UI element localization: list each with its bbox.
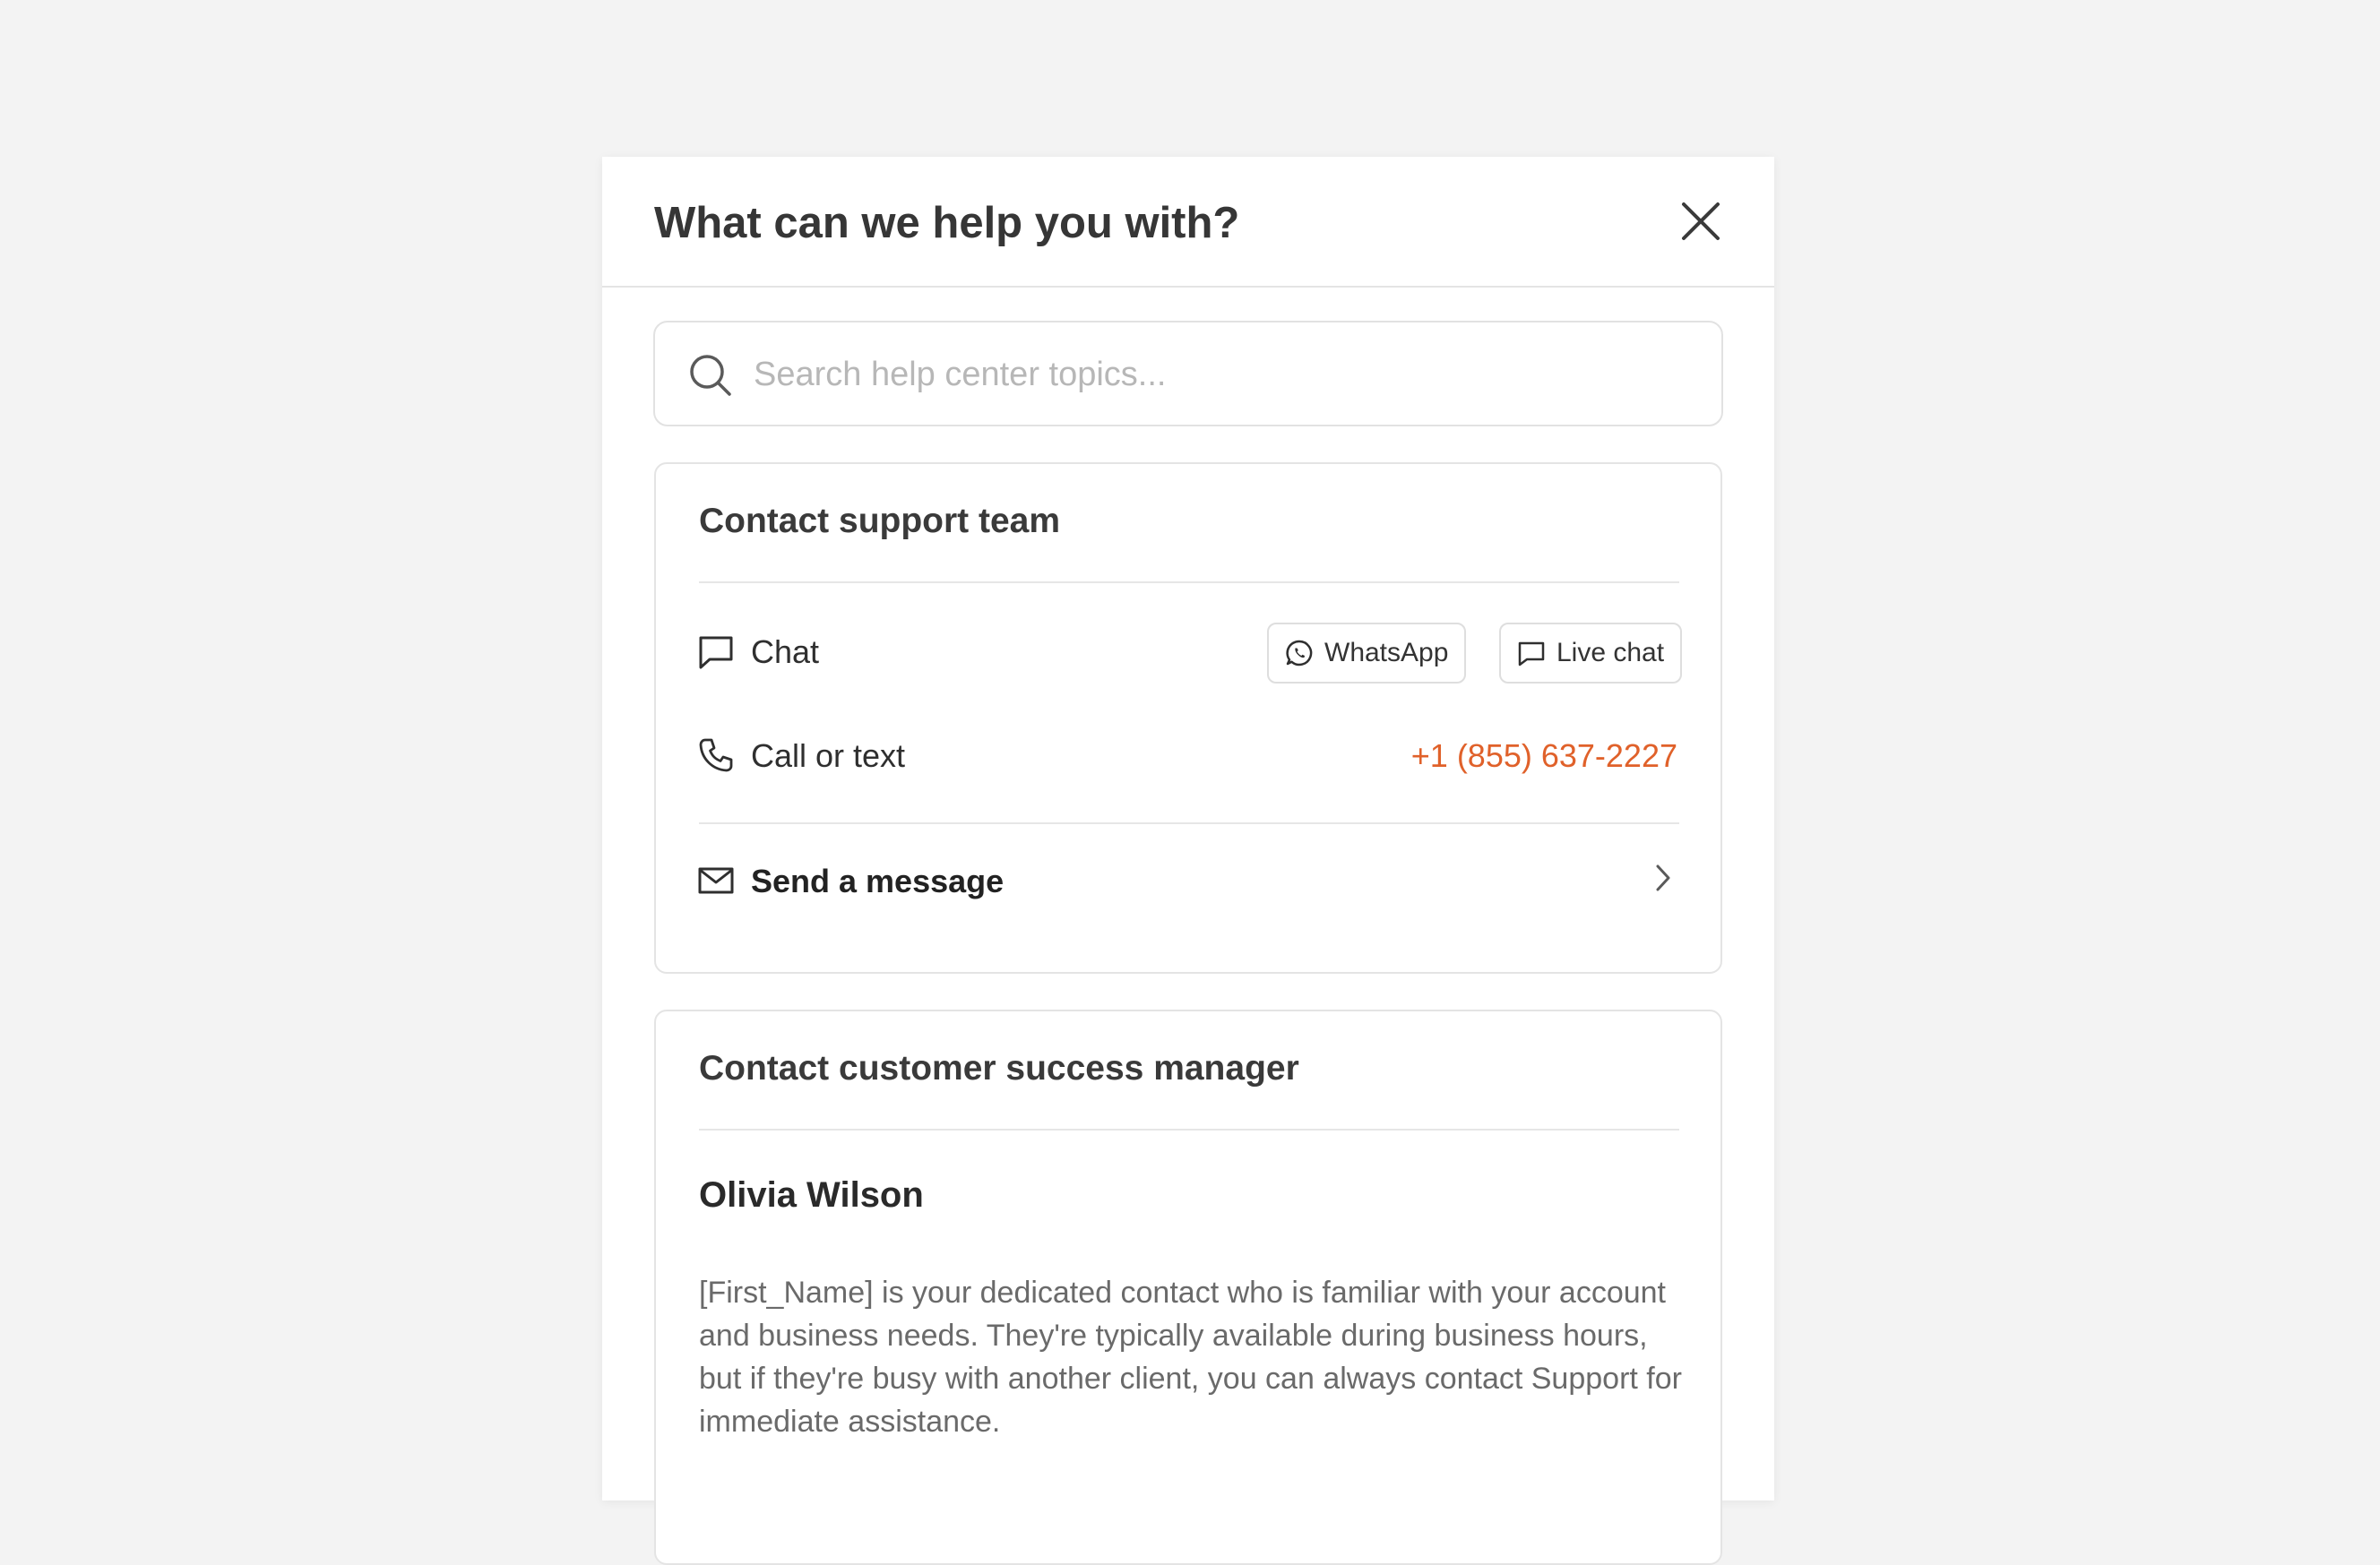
mail-icon — [698, 867, 734, 894]
send-message-row[interactable]: Send a message — [656, 826, 1720, 933]
csm-card: Contact customer success manager Olivia … — [654, 1010, 1722, 1565]
divider — [699, 581, 1679, 583]
whatsapp-label: WhatsApp — [1324, 638, 1449, 667]
panel-header: What can we help you with? — [602, 157, 1774, 288]
csm-card-title: Contact customer success manager — [699, 1049, 1299, 1088]
chat-bubble-icon — [1518, 641, 1545, 666]
help-panel: What can we help you with? Contact suppo… — [602, 157, 1774, 1565]
live-chat-label: Live chat — [1556, 638, 1665, 667]
phone-icon — [699, 738, 733, 772]
divider — [699, 822, 1679, 824]
phone-number-link[interactable]: +1 (855) 637-2227 — [1411, 736, 1677, 776]
csm-name: Olivia Wilson — [699, 1175, 924, 1215]
close-icon — [1682, 202, 1720, 240]
csm-description: [First_Name] is your dedicated contact w… — [699, 1276, 1682, 1439]
call-label: Call or text — [751, 737, 906, 774]
close-button[interactable] — [1672, 193, 1729, 250]
search-box[interactable] — [653, 321, 1723, 426]
whatsapp-icon — [1286, 640, 1313, 666]
search-icon — [690, 355, 731, 396]
chat-bubble-icon — [699, 636, 733, 669]
chat-label: Chat — [751, 633, 820, 670]
chevron-right-icon — [1656, 864, 1670, 891]
support-card: Contact support team Chat WhatsApp Live … — [654, 462, 1722, 974]
panel-title: What can we help you with? — [654, 199, 1240, 247]
support-card-title: Contact support team — [699, 502, 1061, 540]
whatsapp-button[interactable]: WhatsApp — [1267, 623, 1467, 684]
divider — [699, 1129, 1679, 1131]
send-message-label: Send a message — [751, 863, 1005, 899]
search-input[interactable] — [752, 322, 1705, 426]
live-chat-button[interactable]: Live chat — [1499, 623, 1683, 684]
